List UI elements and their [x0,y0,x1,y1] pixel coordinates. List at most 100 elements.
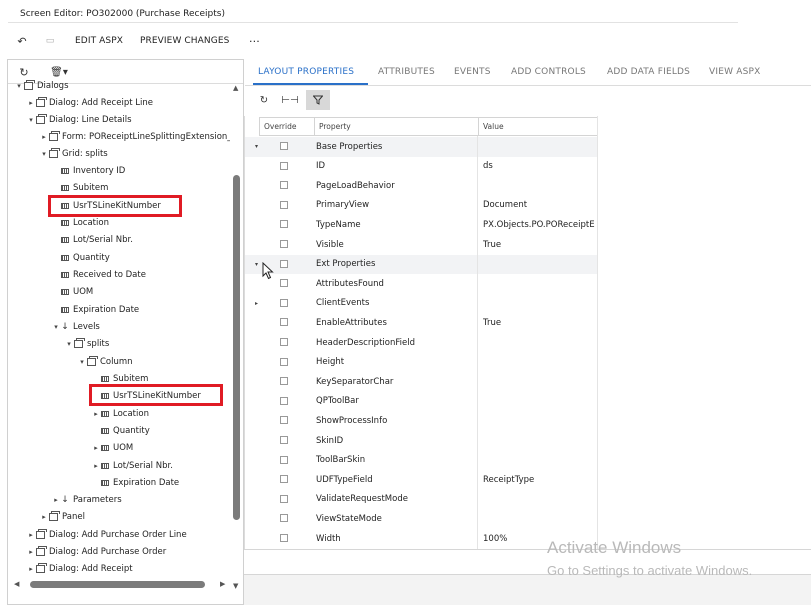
tree-item[interactable]: Lot/Serial Nbr. [51,231,133,248]
property-row[interactable]: Height [245,353,597,373]
tree-item[interactable]: ▸ Dialog: Add Purchase Order [26,543,166,560]
property-value[interactable] [483,490,595,509]
tree-horizontal-scroll-thumb[interactable] [30,581,205,588]
tree-item[interactable]: ▾ Grid: splits [39,145,108,162]
property-row[interactable]: QPToolBar [245,392,597,412]
tree-item[interactable]: ▾ Dialogs [14,80,69,94]
override-checkbox[interactable] [280,142,288,150]
tree-item[interactable]: ▸ ↓ Parameters [51,491,121,508]
property-row[interactable]: ViewStateMode [245,509,597,529]
expand-caret-icon[interactable]: ▸ [91,462,101,470]
tree-item[interactable]: Quantity [91,422,150,439]
override-checkbox[interactable] [280,279,288,288]
tree-item[interactable]: ▸ Lot/Serial Nbr. [91,457,173,474]
property-row[interactable]: ValidateRequestMode [245,490,597,510]
property-value[interactable]: ds [483,157,595,176]
override-checkbox[interactable] [280,220,288,229]
tab-add-controls[interactable]: ADD CONTROLS [511,58,586,86]
expand-caret-icon[interactable]: ▸ [51,496,61,504]
fit-width-icon[interactable]: ⊢⊣ [278,90,302,110]
property-row[interactable]: UDFTypeField ReceiptType [245,470,597,490]
expand-caret-icon[interactable]: ▸ [91,444,101,452]
property-row[interactable]: ID ds [245,157,597,177]
override-checkbox[interactable] [280,161,288,170]
collapse-caret-icon[interactable]: ▾ [255,137,258,156]
collapse-caret-icon[interactable]: ▾ [26,116,36,124]
tree-item[interactable]: Inventory ID [51,162,125,179]
override-checkbox[interactable] [280,475,288,484]
column-header-value[interactable]: Value [478,118,504,135]
property-row[interactable]: ▸ ClientEvents [245,294,597,314]
tree-item[interactable]: ▾ ↓ Levels [51,318,100,335]
collapse-caret-icon[interactable]: ▾ [51,323,61,331]
property-value[interactable] [483,372,595,391]
property-value[interactable] [483,431,595,450]
property-row[interactable]: ShowProcessInfo [245,411,597,431]
tab-attributes[interactable]: ATTRIBUTES [378,58,435,86]
collapse-caret-icon[interactable]: ▾ [39,150,49,158]
tree-item[interactable]: ▾ splits [64,335,109,352]
scroll-right-icon[interactable]: ▶ [220,580,225,588]
property-row[interactable]: Width 100% [245,529,597,549]
tree-item[interactable]: ▸ Form: POReceiptLineSplittingExtension_ [39,128,230,145]
override-checkbox[interactable] [280,298,288,307]
property-value[interactable] [483,451,595,470]
override-checkbox[interactable] [280,357,288,366]
property-row[interactable]: HeaderDescriptionField [245,333,597,353]
collapse-caret-icon[interactable]: ▾ [14,82,24,90]
column-header-override[interactable]: Override [260,118,296,135]
undo-icon[interactable]: ↶ [14,28,30,54]
scroll-left-icon[interactable]: ◀ [14,580,19,588]
collapse-caret-icon[interactable]: ▾ [64,340,74,348]
property-row[interactable]: PageLoadBehavior [245,176,597,196]
property-value[interactable]: PX.Objects.PO.POReceiptEntry [483,215,595,234]
property-value[interactable] [483,294,595,313]
property-value[interactable] [483,392,595,411]
override-checkbox[interactable] [280,416,288,425]
property-row[interactable]: Visible True [245,235,597,255]
tree-item[interactable]: ▸ Dialog: Add Purchase Order Line [26,526,187,543]
override-checkbox[interactable] [280,534,288,542]
property-value[interactable]: True [483,235,595,254]
tree-item[interactable]: Received to Date [51,266,146,283]
tree-item[interactable]: ▸ Dialog: Add Receipt Line [26,94,153,111]
property-value[interactable]: ReceiptType [483,470,595,489]
tab-events[interactable]: EVENTS [454,58,491,86]
column-header-property[interactable]: Property [314,118,351,135]
scroll-down-icon[interactable]: ▼ [233,582,238,590]
override-checkbox[interactable] [280,396,288,405]
property-row[interactable]: TypeName PX.Objects.PO.POReceiptEntry [245,215,597,235]
tree-item[interactable]: ▸ Panel [39,508,85,525]
tab-layout-properties[interactable]: LAYOUT PROPERTIES [258,58,354,86]
collapse-caret-icon[interactable]: ▾ [77,358,87,366]
tree-scroll-thumb[interactable] [233,175,240,520]
tree-item[interactable]: ▸ Dialog: Add Receipt [26,560,133,577]
save-icon[interactable]: ▭ [43,28,57,54]
property-value[interactable] [483,274,595,293]
property-row[interactable]: EnableAttributes True [245,313,597,333]
property-group-row[interactable]: ▾ Base Properties [245,137,597,157]
tree-item[interactable]: UOM [51,283,93,300]
preview-changes-button[interactable]: PREVIEW CHANGES [140,28,229,54]
tree-item[interactable]: Expiration Date [51,301,139,318]
override-checkbox[interactable] [280,455,288,464]
property-value[interactable] [483,353,595,372]
tree-vertical-scrollbar[interactable]: ▲ ▼ [230,80,242,592]
override-checkbox[interactable] [280,377,288,386]
property-row[interactable]: ToolBarSkin [245,451,597,471]
tree-item[interactable]: ▸ UOM [91,439,133,456]
expand-caret-icon[interactable]: ▸ [91,410,101,418]
property-row[interactable]: AttributesFound [245,274,597,294]
property-value[interactable] [483,176,595,195]
tree-item[interactable]: ▸ Location [91,405,149,422]
property-value[interactable]: Document [483,196,595,215]
tab-view-aspx[interactable]: VIEW ASPX [709,58,761,86]
tree-item[interactable]: Location [51,214,109,231]
tree-item[interactable]: Expiration Date [91,474,179,491]
property-row[interactable]: KeySeparatorChar [245,372,597,392]
tree-item[interactable]: ▾ Dialog: Line Details [26,111,132,128]
property-row[interactable]: PrimaryView Document [245,196,597,216]
tree-item[interactable]: Subitem [51,179,108,196]
override-checkbox[interactable] [280,338,288,346]
override-checkbox[interactable] [280,436,288,444]
